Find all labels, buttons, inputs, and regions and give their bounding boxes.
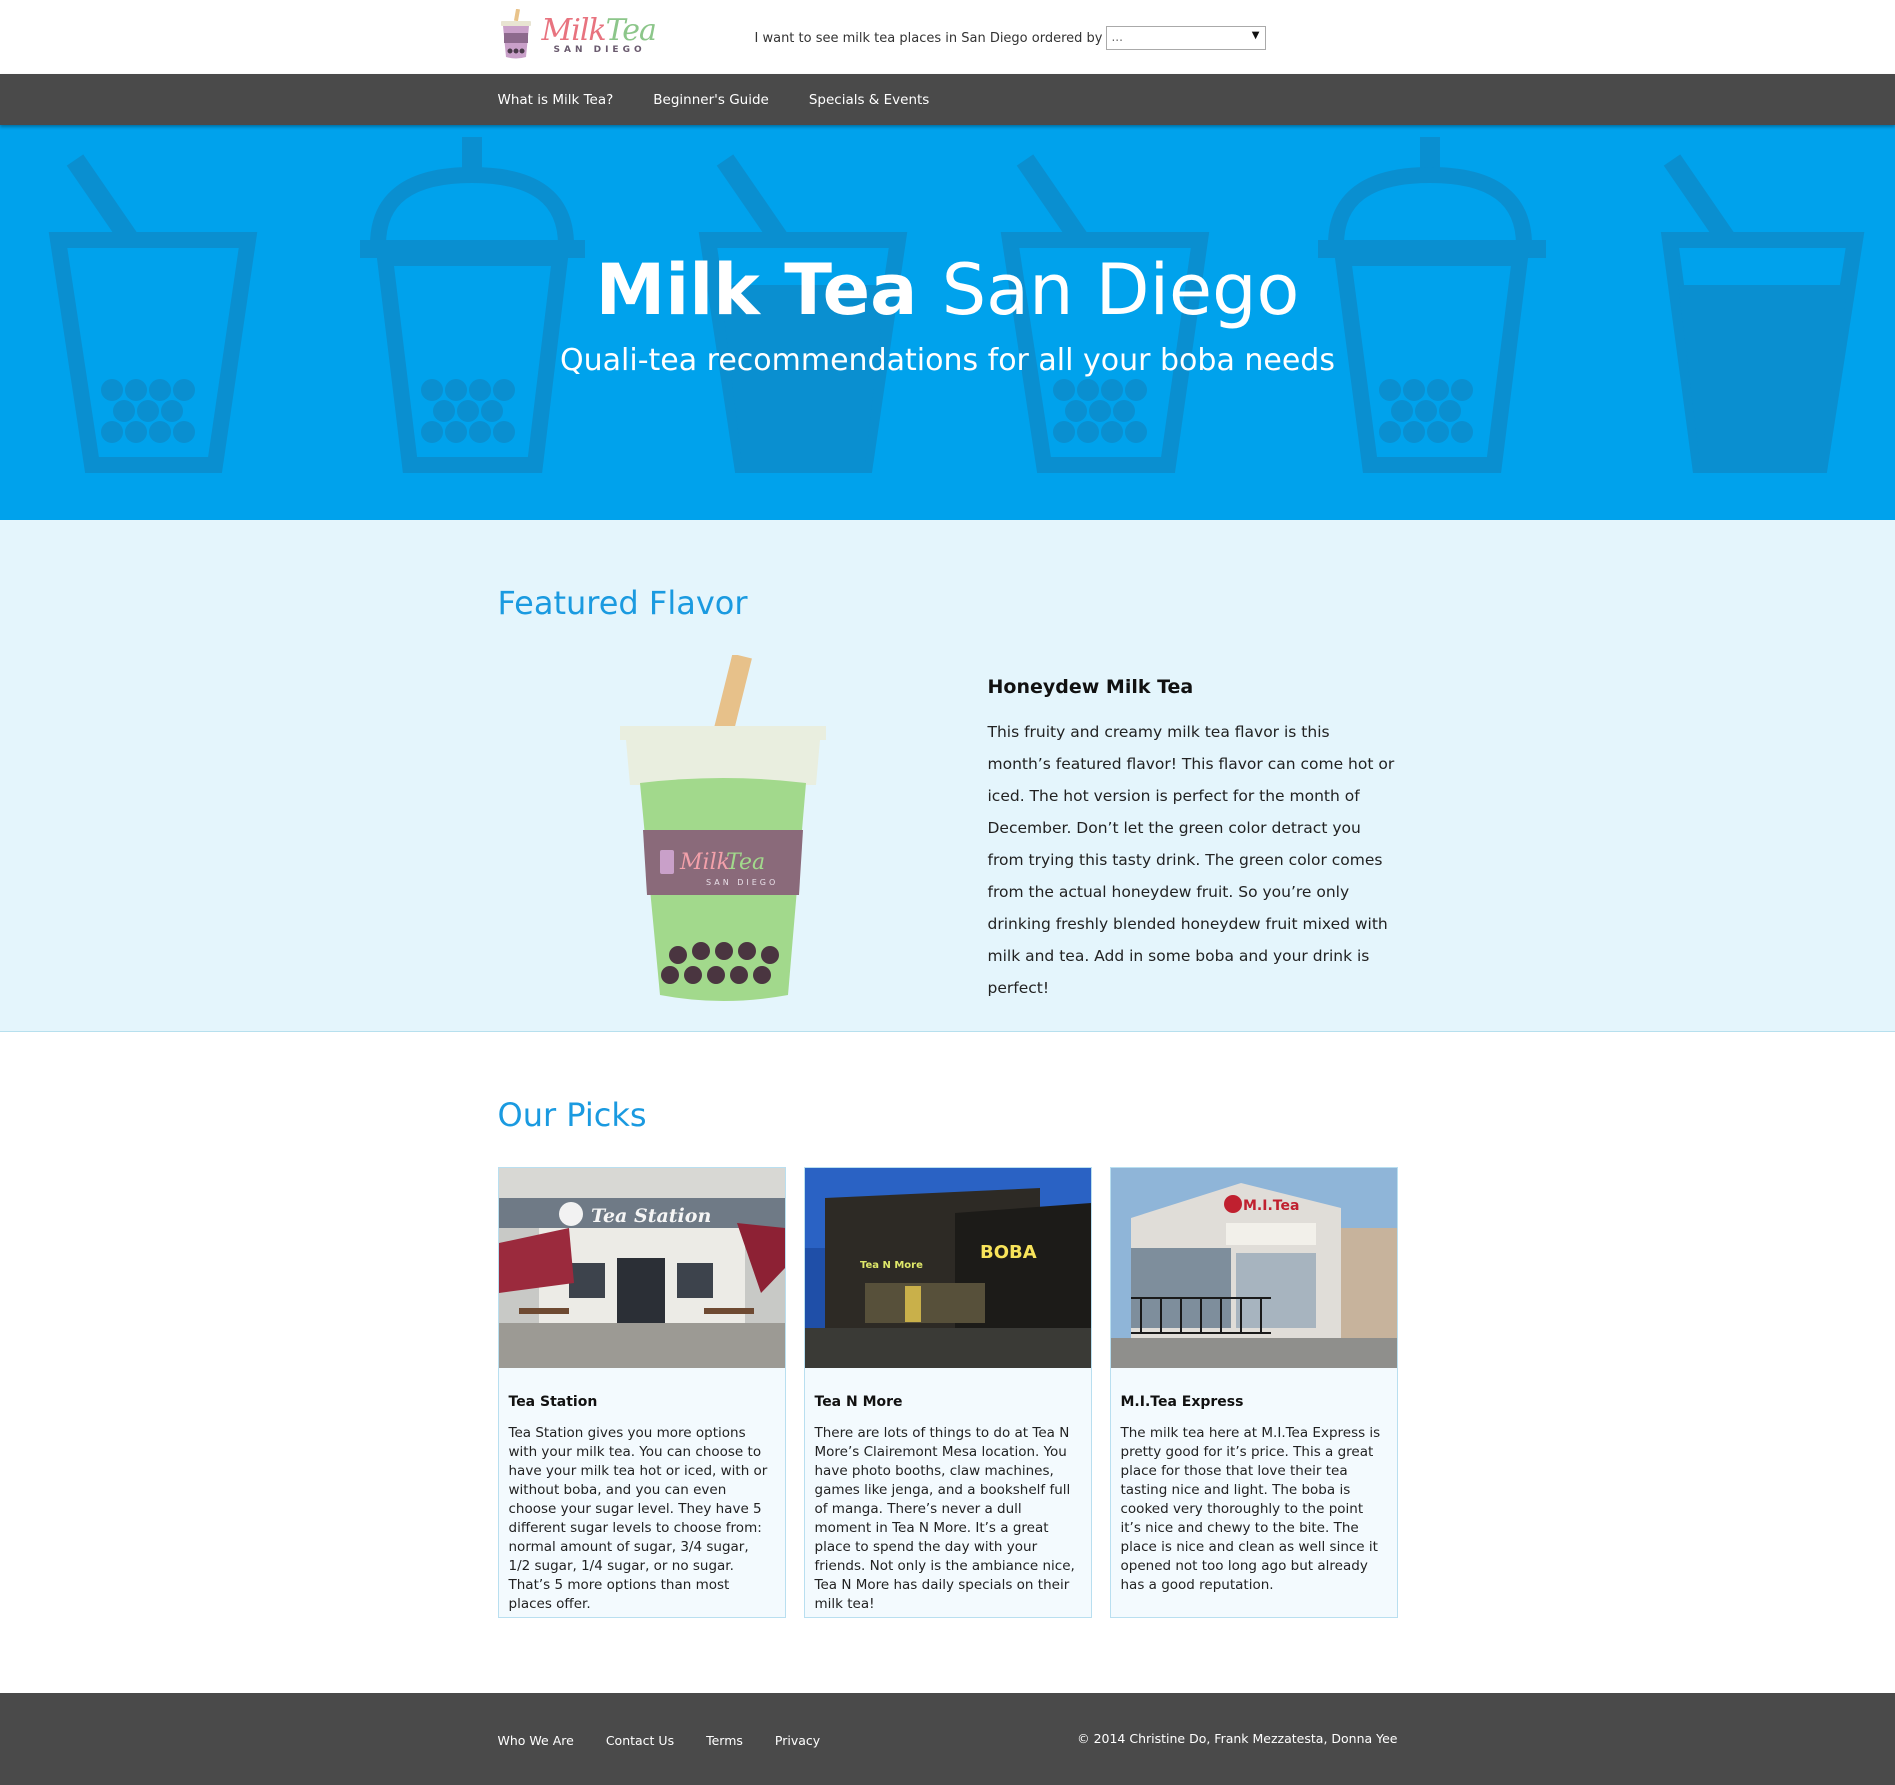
card-description: The milk tea here at M.I.Tea Express is …: [1120, 1425, 1381, 1593]
card-body: M.I.Tea Express The milk tea here at M.I…: [1111, 1368, 1397, 1595]
svg-text:M.I.Tea: M.I.Tea: [1243, 1198, 1299, 1214]
featured-section-title: Featured Flavor: [497, 584, 748, 622]
pick-card-mi-tea-express[interactable]: M.I.Tea M.I.Tea Express The milk tea her…: [1109, 1167, 1398, 1618]
nav-item-what-is-milk-tea[interactable]: What is Milk Tea?: [498, 92, 614, 108]
logo-subtitle: SAN DIEGO: [553, 45, 646, 55]
card-description: Tea Station gives you more options with …: [508, 1425, 768, 1612]
featured-flavor-section: Featured Flavor Milk Tea SAN DIEGO Honey…: [0, 520, 1895, 1032]
card-description: There are lots of things to do at Tea N …: [814, 1425, 1075, 1612]
order-control: I want to see milk tea places in San Die…: [755, 26, 1267, 50]
hero-title: Milk Tea San Diego: [595, 249, 1300, 331]
order-select[interactable]: ... ▼: [1106, 26, 1267, 50]
svg-text:Tea N More: Tea N More: [860, 1260, 923, 1271]
footer-link-privacy[interactable]: Privacy: [775, 1733, 820, 1748]
svg-text:BOBA: BOBA: [980, 1242, 1037, 1263]
logo-wordmark: MilkTea: [541, 13, 657, 48]
boba-cup-icon: [500, 9, 531, 59]
svg-text:Milk: Milk: [679, 850, 730, 875]
footer-links: Who We Are Contact Us Terms Privacy: [498, 1733, 853, 1748]
nav-item-specials-events[interactable]: Specials & Events: [809, 92, 930, 108]
mi-tea-express-photo: M.I.Tea: [1110, 1168, 1397, 1368]
pick-card-tea-station[interactable]: Tea Station Tea Station Tea Station give…: [497, 1167, 786, 1618]
svg-text:Tea Station: Tea Station: [591, 1205, 711, 1227]
pick-card-tea-n-more[interactable]: BOBA Tea N More Tea N More There are lot…: [803, 1167, 1092, 1618]
card-title: Tea Station: [508, 1394, 598, 1410]
order-label: I want to see milk tea places in San Die…: [754, 30, 1103, 46]
copyright-text: © 2014 Christine Do, Frank Mezzatesta, D…: [1077, 1731, 1398, 1746]
picks-section-title: Our Picks: [497, 1096, 647, 1134]
site-logo[interactable]: MilkTea SAN DIEGO: [498, 9, 657, 61]
flavor-name: Honeydew Milk Tea: [987, 676, 1194, 698]
hero-subtitle: Quali-tea recommendations for all your b…: [560, 343, 1335, 378]
card-body: Tea N More There are lots of things to d…: [805, 1368, 1091, 1614]
card-body: Tea Station Tea Station gives you more o…: [499, 1368, 785, 1614]
svg-text:Tea: Tea: [726, 850, 765, 875]
hero-banner: Milk Tea San Diego Quali-tea recommendat…: [0, 125, 1895, 520]
footer-link-contact-us[interactable]: Contact Us: [606, 1733, 674, 1748]
dropdown-arrow-icon: ▼: [1251, 30, 1260, 41]
footer-link-terms[interactable]: Terms: [706, 1733, 743, 1748]
our-picks-section: Our Picks Tea Station Tea Station Tea St…: [0, 1032, 1895, 1694]
flavor-description: This fruity and creamy milk tea flavor i…: [987, 723, 1395, 997]
site-footer: Who We Are Contact Us Terms Privacy © 20…: [0, 1693, 1895, 1785]
card-title: M.I.Tea Express: [1120, 1394, 1244, 1410]
nav-item-beginners-guide[interactable]: Beginner's Guide: [653, 92, 769, 108]
flavor-info: Honeydew Milk Tea This fruity and creamy…: [988, 676, 1398, 1004]
honeydew-cup-image: Milk Tea SAN DIEGO: [619, 655, 826, 1001]
main-nav: What is Milk Tea? Beginner's Guide Speci…: [0, 74, 1895, 125]
hero-text: Milk Tea San Diego Quali-tea recommendat…: [0, 245, 1895, 378]
footer-link-who-we-are[interactable]: Who We Are: [498, 1733, 574, 1748]
picks-cards: Tea Station Tea Station Tea Station give…: [497, 1167, 1398, 1618]
top-header: MilkTea SAN DIEGO I want to see milk tea…: [0, 0, 1895, 74]
card-title: Tea N More: [814, 1394, 903, 1410]
tea-n-more-photo: BOBA Tea N More: [804, 1168, 1091, 1368]
svg-text:SAN DIEGO: SAN DIEGO: [706, 878, 778, 887]
tea-station-photo: Tea Station: [498, 1168, 785, 1368]
order-select-value: ...: [1111, 30, 1123, 44]
